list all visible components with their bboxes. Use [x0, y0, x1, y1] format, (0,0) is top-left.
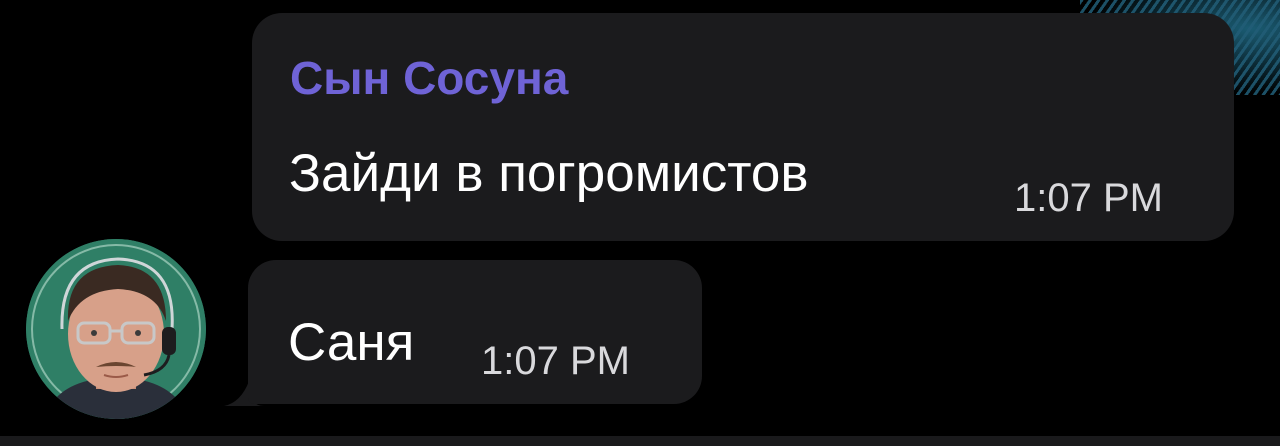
avatar[interactable]: [26, 239, 206, 419]
message-bubble[interactable]: Саня 1:07 PM: [248, 260, 702, 404]
sender-name[interactable]: Сын Сосуна: [290, 51, 568, 105]
chat-view: Сын Сосуна Зайди в погромистов 1:07 PM С…: [0, 0, 1280, 446]
message-time: 1:07 PM: [1014, 176, 1163, 220]
message-text: Зайди в погромистов: [289, 144, 809, 203]
message-text: Саня: [288, 313, 415, 372]
avatar-photo-icon: [26, 239, 206, 419]
bottom-divider: [0, 436, 1280, 446]
message-bubble[interactable]: Сын Сосуна Зайди в погромистов 1:07 PM: [252, 13, 1234, 241]
message-time: 1:07 PM: [481, 339, 630, 383]
